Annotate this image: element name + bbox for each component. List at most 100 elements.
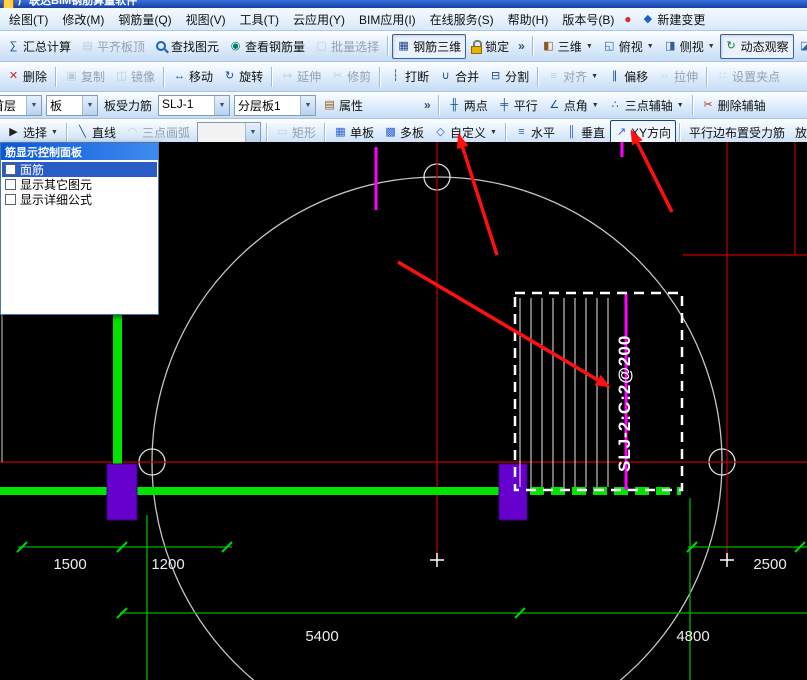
view-top-dropdown[interactable]: ◱ 俯视 ▼ <box>598 34 659 59</box>
menu-tools[interactable]: 工具(T) <box>233 9 286 30</box>
column-left[interactable] <box>106 463 138 521</box>
orbit-button[interactable]: ↻ 动态观察 <box>719 33 794 59</box>
delete-button[interactable]: ✕ 删除 <box>2 64 52 89</box>
view-3d-dropdown[interactable]: ◧ 三维 ▼ <box>537 34 598 59</box>
mirror-button[interactable]: ◫ 镜像 <box>110 64 160 89</box>
summarize-button[interactable]: ∑ 汇总计算 <box>2 34 76 59</box>
panel-item-top-rebar[interactable]: 面筋 <box>2 162 157 177</box>
menu-online[interactable]: 在线服务(S) <box>423 9 501 30</box>
menu-new-change[interactable]: ◆ 新建变更 <box>634 9 712 30</box>
rebar-magenta-lines[interactable] <box>374 142 628 490</box>
menu-cloud[interactable]: 云应用(Y) <box>286 9 352 30</box>
menu-draw[interactable]: 绘图(T) <box>2 9 55 30</box>
partial-3d-button[interactable]: ◪ 局部三维 <box>794 34 807 59</box>
panel-body: 面筋 显示其它图元 显示详细公式 <box>1 160 158 314</box>
wall-edge-line[interactable] <box>113 300 122 466</box>
menu-modify[interactable]: 修改(M) <box>55 9 111 30</box>
drawing-canvas[interactable]: SLJ-2:C:2@200 1500 1200 2500 5400 4800 筋… <box>0 142 807 680</box>
split-icon: ⊟ <box>491 70 501 82</box>
join-button[interactable]: ∪ 合并 <box>434 64 484 89</box>
arc-label: 三点画弧 <box>141 126 190 140</box>
checkbox-icon[interactable] <box>5 194 16 205</box>
trim-button[interactable]: ✂ 修剪 <box>326 64 376 89</box>
separator <box>537 66 540 87</box>
break-button[interactable]: ┆ 打断 <box>384 64 434 89</box>
custom-range-label: 自定义 <box>450 126 487 140</box>
chevron-down-icon: ▼ <box>591 73 599 80</box>
properties-label: 属性 <box>339 98 364 113</box>
line-label: 直线 <box>91 126 116 140</box>
chevron-down-icon: ▼ <box>244 123 260 142</box>
menu-bim[interactable]: BIM应用(I) <box>352 9 423 30</box>
arc-mode-value <box>198 123 245 142</box>
slab-edge-line[interactable] <box>0 487 517 495</box>
vertical-icon: ║ <box>567 126 576 138</box>
two-point-label: 两点 <box>463 98 488 113</box>
toolbar-overflow-chevron[interactable]: » <box>420 98 435 112</box>
floor-combo[interactable]: 首层 ▼ <box>0 94 42 116</box>
app-icon <box>3 0 14 8</box>
find-element-button[interactable]: 查找图元 <box>150 34 224 59</box>
column-middle[interactable] <box>498 463 528 521</box>
find-label: 查找图元 <box>171 39 220 54</box>
properties-button[interactable]: ▤ 属性 <box>318 93 368 118</box>
three-point-aux-dropdown[interactable]: ∴ 三点辅轴 ▼ <box>604 93 689 118</box>
arc-mode-combo[interactable]: ▼ <box>196 122 261 143</box>
checkbox-icon[interactable] <box>5 179 16 190</box>
horizontal-label: 水平 <box>530 126 555 140</box>
chevron-down-icon: ▼ <box>490 129 497 136</box>
split-button[interactable]: ⊟ 分割 <box>484 64 534 89</box>
copy-button[interactable]: ▣ 复制 <box>60 64 110 89</box>
panel-item-label: 显示详细公式 <box>20 193 93 207</box>
offset-button[interactable]: ∥ 偏移 <box>603 64 653 89</box>
rebar-3d-icon: ▦ <box>398 39 409 52</box>
mirror-icon: ◫ <box>116 70 127 82</box>
dim-4800: 4800 <box>676 628 709 645</box>
menu-version[interactable]: 版本号(B) <box>555 9 621 30</box>
panel-item-show-other[interactable]: 显示其它图元 <box>2 177 157 192</box>
element-name-combo[interactable]: SLJ-1 ▼ <box>158 94 231 116</box>
chevron-down-icon: ▼ <box>214 95 230 115</box>
layer-combo[interactable]: 分层板1 ▼ <box>234 94 317 116</box>
parallel-axis-icon: ╪ <box>500 98 509 111</box>
two-point-axis-button[interactable]: ╫ 两点 <box>443 93 493 118</box>
dimension-ticks <box>16 541 806 619</box>
menu-view[interactable]: 视图(V) <box>179 9 233 30</box>
separator <box>437 95 440 115</box>
stretch-button[interactable]: ⇔ 拉伸 <box>653 64 703 89</box>
extend-button[interactable]: ↦ 延伸 <box>276 64 326 89</box>
rotate-button[interactable]: ↻ 旋转 <box>218 64 268 89</box>
dim-2500: 2500 <box>753 556 786 573</box>
move-button[interactable]: ↔ 移动 <box>168 64 218 89</box>
toolbar-overflow-chevron[interactable]: » <box>514 39 529 53</box>
grips-label: 设置夹点 <box>732 70 781 84</box>
rebar-display-panel[interactable]: 筋显示控制面板 面筋 显示其它图元 显示详细公式 <box>0 142 159 315</box>
panel-item-show-formula[interactable]: 显示详细公式 <box>2 192 157 207</box>
batch-select-button[interactable]: ▢ 批量选择 <box>310 34 384 59</box>
menu-help[interactable]: 帮助(H) <box>501 9 556 30</box>
toolbar-element: 首层 ▼ 板 ▼ 板受力筋 SLJ-1 ▼ 分层板1 ▼ ▤ 属性 » ╫ 两点… <box>0 92 807 119</box>
break-icon: ┆ <box>392 70 399 82</box>
rebar-3d-button[interactable]: ▦ 钢筋三维 <box>392 33 467 59</box>
menu-rebar-qty[interactable]: 钢筋量(Q) <box>111 9 178 30</box>
line-icon: ╲ <box>79 126 86 138</box>
properties-icon: ▤ <box>324 98 335 111</box>
category-combo[interactable]: 板 ▼ <box>46 94 98 116</box>
parallel-axis-button[interactable]: ╪ 平行 <box>493 93 543 118</box>
rectangle-label: 矩形 <box>291 126 316 140</box>
checkbox-icon[interactable] <box>5 164 16 175</box>
point-angle-dropdown[interactable]: ∠ 点角 ▼ <box>543 93 604 118</box>
lock-button[interactable]: 锁定 <box>466 34 514 59</box>
delete-aux-axis-button[interactable]: ✂ 删除辅轴 <box>697 93 771 118</box>
align-slab-top-button[interactable]: ▤ 平齐板顶 <box>76 34 150 59</box>
separator <box>504 122 507 143</box>
mirror-label: 镜像 <box>131 70 156 84</box>
align-button[interactable]: ≡ 对齐 ▼ <box>542 64 603 89</box>
view-rebar-qty-button[interactable]: ◉ 查看钢筋量 <box>224 34 310 59</box>
selection-box[interactable] <box>513 291 684 492</box>
promo-icon[interactable]: ● <box>621 12 634 26</box>
horizontal-icon: ≡ <box>518 126 525 138</box>
set-grips-button[interactable]: ∷ 设置夹点 <box>711 64 785 89</box>
panel-titlebar[interactable]: 筋显示控制面板 <box>1 143 158 160</box>
view-side-dropdown[interactable]: ◨ 侧视 ▼ <box>659 34 720 59</box>
